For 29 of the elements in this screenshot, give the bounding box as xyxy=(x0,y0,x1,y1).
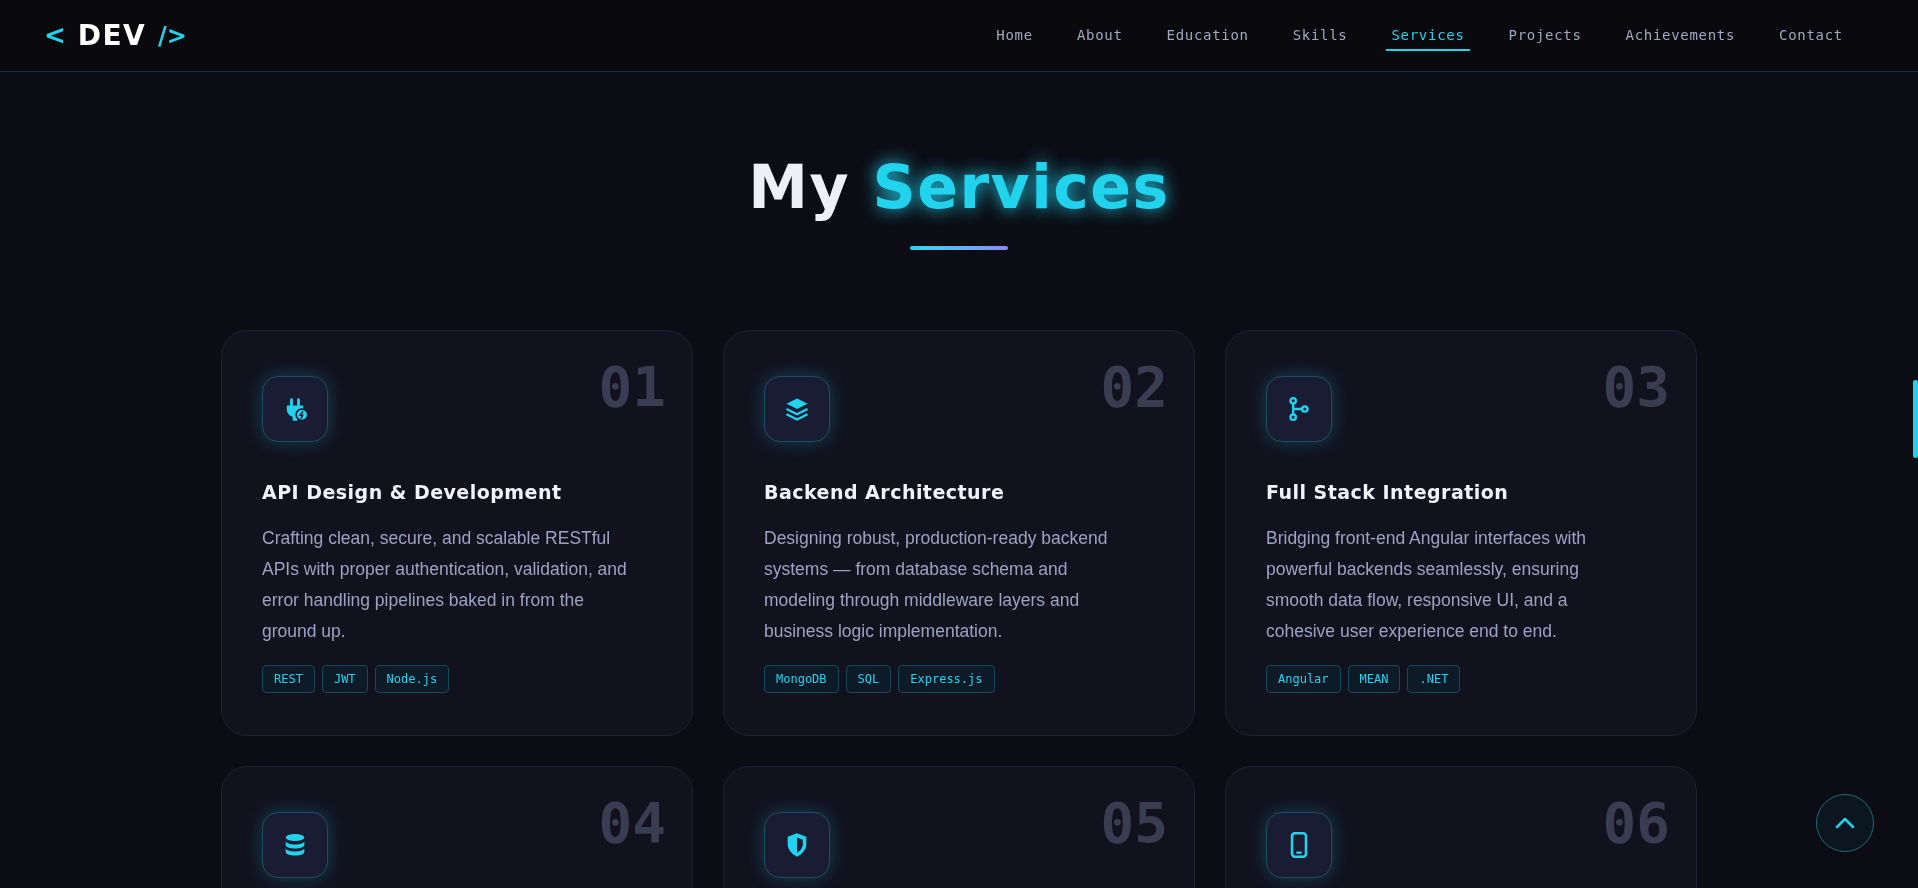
tech-tag: MongoDB xyxy=(764,664,839,693)
tech-tag: SQL xyxy=(845,664,892,693)
logo-bracket: < xyxy=(44,19,66,52)
nav-link[interactable]: About xyxy=(1071,24,1128,51)
logo-bracket: /> xyxy=(158,20,187,52)
card-description: Bridging front-end Angular interfaces with powerful backends seamlessly, ensuring smooth data flow, responsive UI, and a cohesive user experience end to end. xyxy=(1266,526,1588,643)
nav-link[interactable]: Home xyxy=(991,24,1038,51)
tech-tag: Node.js xyxy=(374,664,450,693)
scrollbar-thumb[interactable] xyxy=(1913,380,1918,458)
tech-tag: REST xyxy=(262,664,315,693)
nav-link[interactable]: Skills xyxy=(1287,24,1353,51)
tech-tag: MEAN xyxy=(1347,664,1401,693)
tech-tag: JWT xyxy=(321,664,368,693)
nav-link[interactable]: Contact xyxy=(1774,24,1848,51)
tech-tag: Express.js xyxy=(898,664,995,693)
chevron-up-icon xyxy=(1834,816,1856,830)
logo-text: DEV xyxy=(77,17,147,54)
card-title: API Design & Development xyxy=(262,480,563,505)
section-heading: My Services xyxy=(748,151,1170,224)
card-title: Full Stack Integration xyxy=(1266,480,1510,505)
nav-link[interactable]: Services xyxy=(1386,24,1470,51)
card-description: Crafting clean, secure, and scalable RESTful APIs with proper authentication, validation, and error handling pipelines baked in from the ground up. xyxy=(262,526,628,643)
card-description: Designing robust, production-ready backend systems — from database schema and modeling through middleware layers and business logic implementation. xyxy=(764,526,1109,643)
nav-link[interactable]: Projects xyxy=(1503,24,1587,51)
nav-link[interactable]: Education xyxy=(1161,24,1254,51)
nav-link[interactable]: Achievements xyxy=(1620,24,1741,51)
card-title: Backend Architecture xyxy=(764,480,1006,505)
tech-tag: Angular xyxy=(1266,664,1341,693)
tech-tag: .NET xyxy=(1407,664,1461,693)
